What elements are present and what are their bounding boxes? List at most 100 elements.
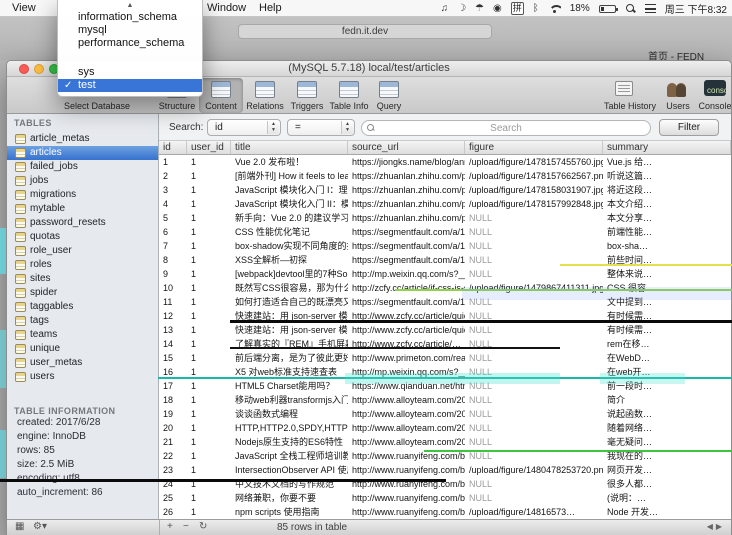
table-row[interactable]: 22 1 JavaScript 全栈工程师培训教程 http://www.ruanyi… [159,449,731,463]
sidebar-table-roles[interactable]: roles [7,258,158,272]
table-row[interactable]: 19 1 谈谈函数式编程 http://www.alloyteam.com/2016/… [159,407,731,421]
sidebar-table-user_metas[interactable]: user_metas [7,356,158,370]
table-row[interactable]: 17 1 HTML5 Charset能用吗？ https://www.qianduan… [159,379,731,393]
table-row[interactable]: 14 1 了解真实的『REM』手机屏幕适配 http://www.zcfy.cc/ar… [159,337,731,351]
umbrella-icon[interactable]: ☂ [475,3,484,14]
sidebar-table-failed_jobs[interactable]: failed_jobs [7,160,158,174]
table-row[interactable]: 13 1 快速建站：用 json-server 模拟 RES… http://www.… [159,323,731,337]
column-header-summary[interactable]: summary [603,141,731,154]
table-row[interactable]: 3 1 JavaScript 模块化入门 I：理解模块 https://zhuanla… [159,183,731,197]
refresh-icon[interactable]: ↻ [199,521,207,532]
pagination-arrows[interactable]: ◀▶ [707,522,725,531]
column-header-source_url[interactable]: source_url [348,141,465,154]
menu-scroll-up-icon[interactable]: ▲ [58,0,202,11]
table-row[interactable]: 2 1 [前端外刊] How it feels to learn J… https:/… [159,169,731,183]
toolbar-tab-query[interactable]: Query [367,78,411,113]
remove-row-button[interactable]: − [183,521,189,532]
table-row[interactable]: 23 1 IntersectionObserver API 使用教程 http://w… [159,463,731,477]
table-row[interactable]: 4 1 JavaScript 模块化入门 II：模块打包构建 https://zhua… [159,197,731,211]
table-row[interactable]: 15 1 前后端分离，是为了彼此更好 http://www.primeton.com/… [159,351,731,365]
filter-button[interactable]: Filter [659,119,719,136]
table-row[interactable]: 21 1 Nodejs原生支持的ES6特性 http://www.alloyteam.… [159,435,731,449]
console-icon[interactable]: conso le off [704,80,726,96]
table-row[interactable]: 9 1 [webpack]devtool里的7种SourceMa… http://mp… [159,267,731,281]
users-icon[interactable] [667,80,689,97]
column-header-figure[interactable]: figure [465,141,603,154]
minimize-window-button[interactable] [34,64,44,74]
filter-operator-select[interactable]: = ▲ ▼ [287,119,355,136]
table-row[interactable]: 18 1 移动web利器transformjs入门 http://www.alloyt… [159,393,731,407]
menu-view[interactable]: View [12,2,36,14]
menu-clock[interactable]: 周三 下午8:32 [665,1,727,16]
close-window-button[interactable] [19,64,29,74]
users-button[interactable]: Users [663,101,693,111]
db-menu-item-information_schema[interactable]: information_schema [58,11,202,24]
input-method-icon[interactable]: 拼 [510,2,524,15]
moon-icon[interactable]: ☽ [457,3,466,14]
toolbar-tab-label: Content [205,101,237,111]
sidebar-table-migrations[interactable]: migrations [7,188,158,202]
table-row[interactable]: 16 1 X5 对web标准支持速查表 http://mp.weixin.qq.com… [159,365,731,379]
table-row[interactable]: 5 1 新手向：Vue 2.0 的建议学习顺序 https://zhuanlan.zh… [159,211,731,225]
sidebar-table-tags[interactable]: tags [7,314,158,328]
gear-icon[interactable]: ⚙▾ [33,521,47,532]
table-history-button[interactable]: Table History [599,101,661,111]
db-menu-item-sys[interactable]: sys [58,66,202,79]
toolbar-tab-relations[interactable]: Relations [243,78,287,113]
music-icon[interactable]: ♫ [441,3,449,14]
table-row[interactable]: 10 1 既然写CSS很容易，那为什么大家还是… http://zcfy.cc/art… [159,281,731,295]
table-row[interactable]: 20 1 HTTP,HTTP2.0,SPDY,HTTPS你应该… http://www… [159,421,731,435]
table-row[interactable]: 7 1 box-shadow实现不同角度的投影 https://segmentfaul… [159,239,731,253]
browser-url-bar[interactable]: fedn.it.dev [238,24,492,39]
search-input[interactable] [361,120,651,136]
battery-icon[interactable] [598,4,618,13]
db-menu-item-performance_schema[interactable]: performance_schema [58,37,202,50]
table-row[interactable]: 25 1 网络兼职，你要不要 http://www.ruanyifeng.com/bl… [159,491,731,505]
cell-source_url: https://segmentfault.com/a/1190… [352,241,465,251]
column-header-id[interactable]: id [159,141,187,154]
notification-center-icon[interactable] [644,4,656,13]
filter-field-select[interactable]: id ▲ ▼ [207,119,281,136]
sidebar-table-articles[interactable]: articles [7,146,158,160]
display-icon[interactable]: ◉ [493,3,502,14]
toolbar-tab-table-info[interactable]: Table Info [327,78,371,113]
sidebar-table-unique[interactable]: unique [7,342,158,356]
sidebar-table-spider[interactable]: spider [7,286,158,300]
sidebar-table-article_metas[interactable]: article_metas [7,132,158,146]
db-menu-item-mysql[interactable]: mysql [58,24,202,37]
table-row[interactable]: 111如何打造适合自己的既漂亮又高效的…https://segmentfault… [159,295,731,309]
cell-source_url: http://www.ruanyifeng.com/blog/… [352,465,465,475]
toolbar-tab-triggers[interactable]: Triggers [285,78,329,113]
table-row[interactable]: 1 1 Vue 2.0 发布啦！ https://jiongks.name/blog/… [159,155,731,169]
column-header-title[interactable]: title [231,141,348,154]
table-history-icon[interactable] [615,81,633,96]
wifi-icon[interactable] [548,4,561,13]
cell-figure: /upload/figure/1478157455760.jpg [469,157,603,167]
table-row[interactable]: 6 1 CSS 性能优化笔记 https://segmentfault.com/a/1… [159,225,731,239]
sidebar-table-jobs[interactable]: jobs [7,174,158,188]
column-header-user_id[interactable]: user_id [187,141,231,154]
console-button[interactable]: Console [695,101,732,111]
sidebar-table-role_user[interactable]: role_user [7,244,158,258]
sidebar-table-users[interactable]: users [7,370,158,384]
sidebar-table-password_resets[interactable]: password_resets [7,216,158,230]
menu-window[interactable]: Window [207,2,246,14]
toolbar-tab-content[interactable]: Content [199,78,243,113]
menu-help[interactable]: Help [259,2,282,14]
table-row[interactable]: 24 1 中文技术文档的写作规范 http://www.ruanyifeng.com/… [159,477,731,491]
sidebar-table-teams[interactable]: teams [7,328,158,342]
db-menu-item-test[interactable]: ✓ test [58,79,202,92]
add-row-button[interactable]: + [167,521,173,532]
sidebar-table-quotas[interactable]: quotas [7,230,158,244]
sidebar-table-mytable[interactable]: mytable [7,202,158,216]
spotlight-icon[interactable] [625,3,636,14]
sidebar-table-taggables[interactable]: taggables [7,300,158,314]
table-row[interactable]: 12 1 快速建站：用 json-server 模拟 RES… http://www.… [159,309,731,323]
table-row[interactable]: 8 1 XSS全解析—初探 https://segmentfault.com/a/11… [159,253,731,267]
columns-view-icon[interactable]: ▦ [15,521,24,532]
cell-title: 新手向：Vue 2.0 的建议学习顺序 [235,213,348,223]
bluetooth-icon[interactable]: ᛒ [533,3,539,14]
select-database-label[interactable]: Select Database [47,101,147,111]
table-row[interactable]: 26 1 npm scripts 使用指南 http://www.ruanyifeng… [159,505,731,519]
sidebar-table-sites[interactable]: sites [7,272,158,286]
